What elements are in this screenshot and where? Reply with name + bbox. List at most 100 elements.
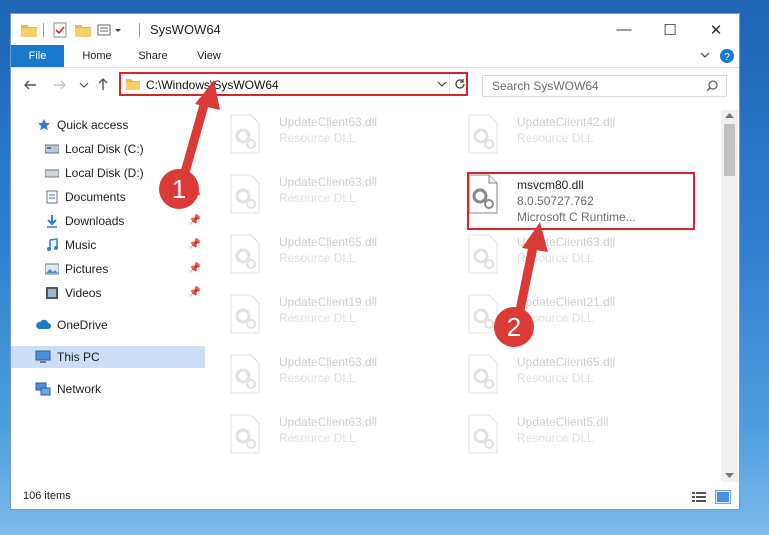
up-arrow-icon[interactable] — [97, 77, 109, 91]
file-item[interactable]: UpdateClient63.dll Resource DLL — [207, 110, 427, 158]
documents-icon — [46, 190, 58, 204]
file-type: Resource DLL — [517, 131, 594, 145]
file-name: UpdateClient63.dll — [279, 175, 378, 189]
sidebar-item-label: Local Disk (D:) — [65, 166, 144, 180]
help-icon[interactable]: ? — [720, 49, 734, 63]
file-type: Resource DLL — [517, 371, 594, 385]
file-item[interactable]: UpdateClient65.dll Resource DLL — [445, 350, 665, 398]
file-type: Resource DLL — [279, 191, 356, 205]
search-icon[interactable] — [706, 80, 718, 92]
drive-icon — [45, 144, 59, 154]
dll-file-icon — [468, 354, 498, 394]
sidebar-item-this-pc[interactable]: This PC — [11, 346, 205, 368]
tab-home[interactable]: Home — [73, 45, 121, 67]
sidebar-item-label: Downloads — [65, 214, 125, 228]
scroll-down-icon[interactable] — [725, 472, 734, 479]
forward-arrow-icon[interactable] — [53, 79, 67, 91]
pin-icon[interactable]: 📌 — [189, 263, 201, 274]
annotation-step-2: 2 — [494, 307, 534, 347]
sidebar-item-label: Videos — [65, 286, 102, 300]
file-type: Resource DLL — [517, 431, 594, 445]
minimize-button[interactable]: — — [601, 14, 647, 45]
pictures-icon — [45, 263, 59, 275]
folder-icon — [126, 78, 140, 90]
maximize-button[interactable]: ☐ — [647, 14, 693, 45]
drive-icon — [45, 169, 59, 178]
tab-share[interactable]: Share — [131, 45, 175, 67]
file-item[interactable]: UpdateClient63.dll Resource DLL — [207, 410, 427, 458]
large-icons-view-icon[interactable] — [715, 490, 731, 504]
sidebar-item-label: Network — [57, 382, 102, 396]
dll-file-icon — [468, 114, 498, 154]
sidebar-item-videos[interactable]: Videos 📌 — [11, 282, 205, 304]
downloads-icon — [47, 215, 57, 228]
explorer-window: SysWOW64 — ☐ ✕ File Home Share View ? Se… — [11, 14, 739, 509]
chevron-down-icon[interactable] — [699, 49, 711, 61]
star-icon — [38, 119, 50, 131]
window-title: SysWOW64 — [150, 22, 221, 37]
sidebar-item-label: Local Disk (C:) — [65, 142, 144, 156]
videos-icon — [46, 287, 58, 299]
properties-icon[interactable] — [53, 22, 67, 38]
computer-icon — [35, 350, 51, 363]
file-list: UpdateClient63.dll Resource DLL UpdateCl… — [207, 110, 719, 482]
search-input[interactable]: Search SysWOW64 — [492, 79, 599, 93]
dll-file-icon — [230, 414, 260, 454]
dll-file-icon — [468, 234, 498, 274]
cloud-icon — [36, 319, 51, 329]
sidebar-item-label: Music — [65, 238, 97, 252]
file-name: UpdateClient63.dll — [279, 115, 378, 129]
details-view-icon[interactable] — [692, 491, 706, 503]
file-name: UpdateClient42.dll — [517, 115, 616, 129]
network-icon — [35, 382, 51, 396]
sidebar-item-music[interactable]: Music 📌 — [11, 234, 205, 256]
divider — [139, 23, 140, 37]
file-item[interactable]: UpdateClient19.dll Resource DLL — [207, 290, 427, 338]
dll-file-icon — [230, 234, 260, 274]
title-bar: SysWOW64 — ☐ ✕ — [11, 14, 739, 45]
file-type: Resource DLL — [279, 131, 356, 145]
scrollbar-thumb[interactable] — [724, 124, 735, 176]
file-name: UpdateClient65.dll — [279, 235, 378, 249]
file-type: Resource DLL — [279, 251, 356, 265]
status-bar: 106 items — [11, 487, 739, 509]
sidebar-item-onedrive[interactable]: OneDrive — [11, 314, 205, 336]
file-item[interactable]: UpdateClient63.dll Resource DLL — [207, 170, 427, 218]
scroll-up-icon[interactable] — [725, 112, 734, 119]
search-box[interactable]: Search SysWOW64 — [482, 75, 727, 97]
file-item[interactable]: UpdateClient5.dll Resource DLL — [445, 410, 665, 458]
sidebar-item-label: Documents — [65, 190, 126, 204]
annotation-step-1: 1 — [159, 169, 199, 209]
pin-icon[interactable]: 📌 — [189, 239, 201, 250]
divider — [43, 23, 44, 37]
file-item[interactable]: UpdateClient63.dll Resource DLL — [207, 350, 427, 398]
sidebar-item-downloads[interactable]: Downloads 📌 — [11, 210, 205, 232]
tab-view[interactable]: View — [187, 45, 231, 67]
file-name: UpdateClient19.dll — [279, 295, 378, 309]
navigation-bar: C:\Windows\SysWOW64 Search SysWOW64 — [11, 68, 739, 106]
back-arrow-icon[interactable] — [23, 79, 37, 91]
sidebar-item-network[interactable]: Network — [11, 378, 205, 400]
sidebar-item-pictures[interactable]: Pictures 📌 — [11, 258, 205, 280]
close-button[interactable]: ✕ — [693, 14, 739, 45]
file-name: UpdateClient65.dll — [517, 355, 616, 369]
vertical-scrollbar[interactable] — [721, 110, 738, 482]
pin-icon[interactable]: 📌 — [189, 287, 201, 298]
new-folder-icon[interactable] — [75, 22, 91, 38]
sidebar-item-label: This PC — [57, 350, 100, 364]
file-item[interactable]: UpdateClient42.dll Resource DLL — [445, 110, 665, 158]
tab-file[interactable]: File — [11, 45, 64, 67]
file-name: UpdateClient63.dll — [279, 415, 378, 429]
recent-locations-chevron-icon[interactable] — [79, 81, 89, 89]
ribbon: File Home Share View ? — [11, 45, 739, 68]
dll-file-icon — [230, 294, 260, 334]
customize-qat-icon[interactable] — [97, 22, 123, 38]
file-type: Resource DLL — [279, 311, 356, 325]
file-item[interactable]: UpdateClient65.dll Resource DLL — [207, 230, 427, 278]
pin-icon[interactable]: 📌 — [189, 215, 201, 226]
refresh-icon[interactable] — [454, 78, 466, 90]
file-type: Resource DLL — [279, 431, 356, 445]
music-icon — [47, 238, 58, 251]
address-dropdown-icon[interactable] — [437, 80, 447, 88]
dll-file-icon — [468, 414, 498, 454]
